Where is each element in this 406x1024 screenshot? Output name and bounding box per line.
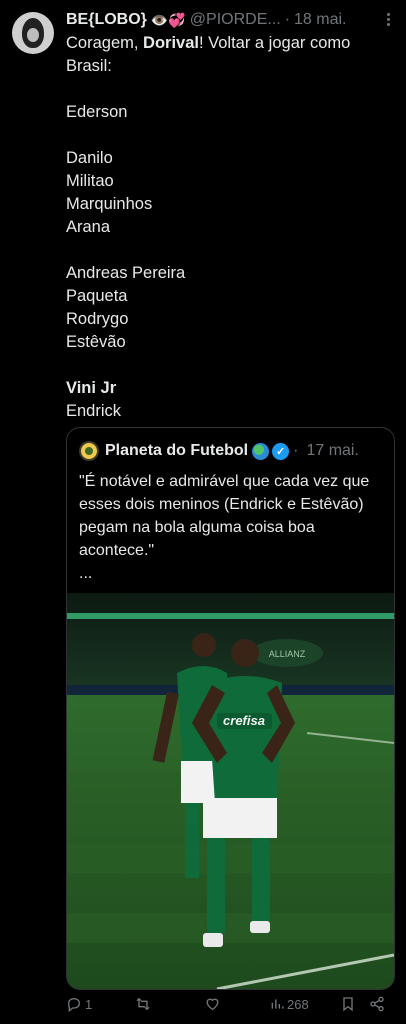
mention-bold: Dorival bbox=[143, 34, 199, 52]
heart-icon bbox=[206, 998, 219, 1011]
quote-text: "É notável e admirável que cada vez que … bbox=[79, 470, 379, 585]
quote-avatar[interactable] bbox=[79, 441, 99, 461]
views-button[interactable]: 268 bbox=[270, 996, 309, 1012]
separator-dot: · bbox=[284, 11, 291, 28]
tweet-actions: 1 268 bbox=[66, 996, 396, 1016]
tweet-header: BE{LOBO} 👁️💞 @PIORDE... · 18 mai. bbox=[66, 10, 396, 30]
share-icon bbox=[370, 996, 384, 1012]
retweet-button[interactable] bbox=[134, 996, 155, 1012]
more-options-icon[interactable] bbox=[387, 11, 390, 28]
quote-ellipsis: ... bbox=[79, 565, 93, 582]
stadium-logo-text: ALLIANZ bbox=[269, 649, 306, 659]
bookmark-icon bbox=[343, 997, 353, 1012]
like-button[interactable] bbox=[204, 996, 224, 1012]
shirt-sponsor-text: crefisa bbox=[223, 713, 265, 728]
player-mid: Rodrygo bbox=[66, 310, 129, 328]
quote-author-name: Planeta do Futebol bbox=[105, 442, 249, 459]
player-gk: Ederson bbox=[66, 103, 128, 121]
player-fwd: Vini Jr bbox=[66, 379, 117, 397]
player-fwd: Endrick bbox=[66, 402, 122, 420]
views-chart-icon bbox=[271, 999, 284, 1009]
tweet-timestamp[interactable]: 18 mai. bbox=[294, 11, 346, 29]
bookmark-button[interactable] bbox=[340, 996, 356, 1012]
player-def: Danilo bbox=[66, 149, 113, 167]
author-avatar[interactable] bbox=[12, 12, 54, 54]
retweet-icon bbox=[136, 997, 150, 1011]
author-emoji: 👁️💞 bbox=[150, 11, 186, 28]
share-button[interactable] bbox=[369, 996, 385, 1012]
globe-icon bbox=[252, 442, 270, 460]
author-handle[interactable]: @PIORDE... bbox=[190, 11, 281, 29]
verified-badge-icon: ✓ bbox=[272, 442, 290, 460]
player-def: Arana bbox=[66, 218, 111, 236]
reply-icon bbox=[67, 997, 81, 1012]
player-def: Militao bbox=[66, 172, 114, 190]
tweet-text: Coragem, Dorival! Voltar a jogar como Br… bbox=[66, 32, 396, 423]
football-celebration-illustration: ALLIANZ crefisa bbox=[67, 593, 394, 989]
separator-dot: · bbox=[293, 442, 299, 459]
player-mid: Paqueta bbox=[66, 287, 128, 305]
player-mid: Estêvão bbox=[66, 333, 126, 351]
quote-photo[interactable]: ALLIANZ crefisa bbox=[67, 593, 394, 989]
reply-button[interactable]: 1 bbox=[66, 996, 92, 1012]
reply-count: 1 bbox=[85, 996, 93, 1012]
quoted-tweet[interactable]: Planeta do Futebol ✓ · 17 mai. "É notáve… bbox=[66, 427, 395, 990]
player-def: Marquinhos bbox=[66, 195, 153, 213]
quote-timestamp: 17 mai. bbox=[306, 442, 359, 459]
views-count: 268 bbox=[287, 996, 309, 1012]
quote-header: Planeta do Futebol ✓ · 17 mai. bbox=[79, 440, 386, 462]
player-mid: Andreas Pereira bbox=[66, 264, 186, 282]
author-name[interactable]: BE{LOBO} bbox=[66, 11, 147, 29]
